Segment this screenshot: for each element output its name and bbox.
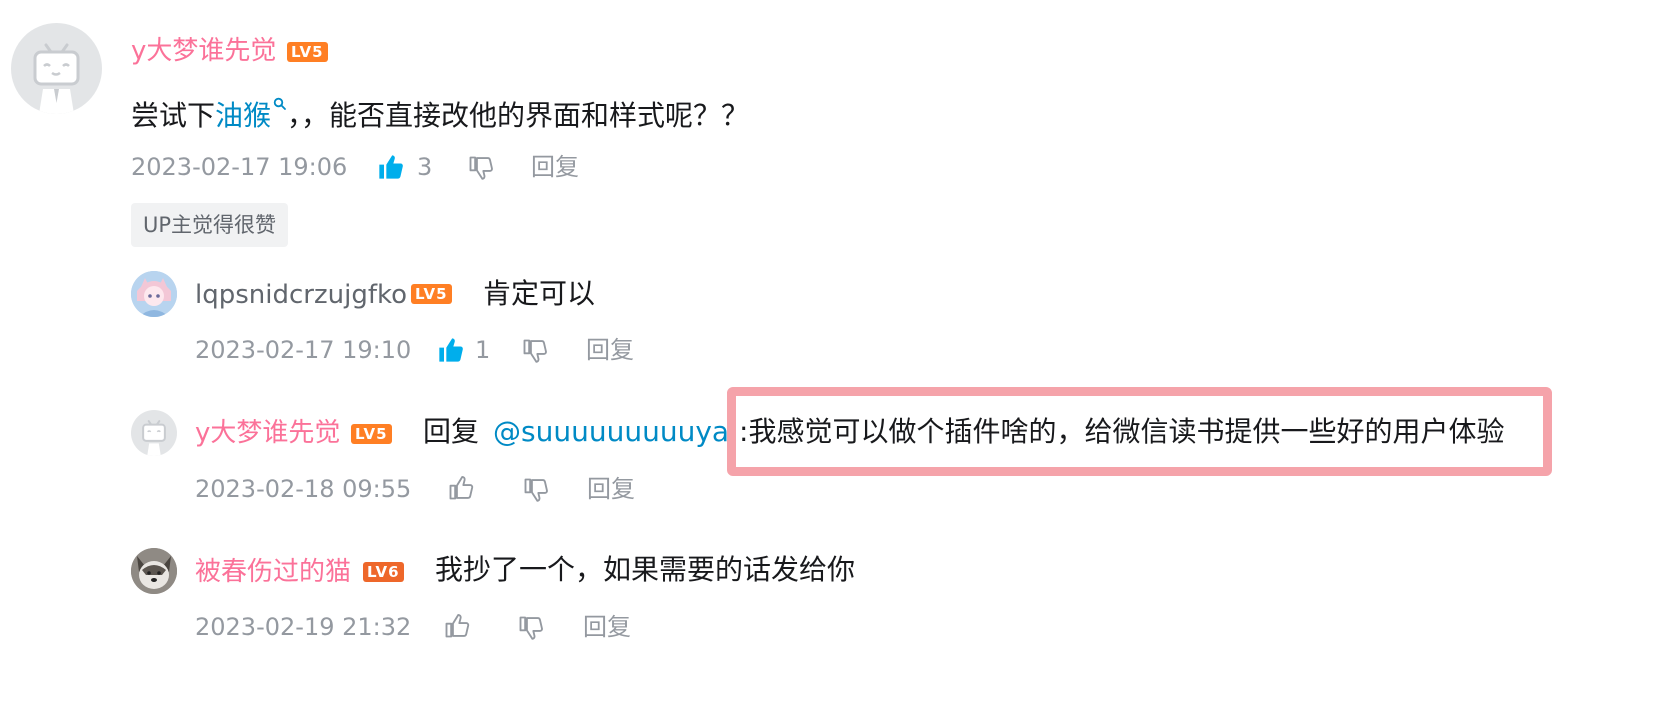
bilibili-tv-avatar-icon [33,43,80,114]
bilibili-tv-avatar-icon [142,420,166,456]
like-button[interactable]: 3 [377,152,432,182]
dog-avatar-icon [131,548,177,594]
like-button[interactable]: 1 [437,335,490,365]
main-comment-username[interactable]: y大梦谁先觉 [131,35,276,67]
like-button[interactable] [443,612,471,644]
thumbs-up-icon [439,338,463,362]
thumbs-up-icon [445,613,470,638]
reply-button[interactable]: 回复 [583,612,631,642]
up-liked-tag: UP主觉得很赞 [131,203,289,247]
reply-avatar[interactable] [131,548,177,594]
main-comment-date: 2023-02-17 19:06 [131,153,348,181]
like-button[interactable] [447,474,475,506]
reply-date: 2023-02-17 19:10 [195,336,412,364]
dislike-button[interactable] [522,476,550,508]
level-badge: LV5 [287,42,328,62]
thumbs-up-icon [449,475,474,500]
dislike-button[interactable] [521,337,549,369]
reply-username[interactable]: 被春伤过的猫 [195,556,351,588]
dislike-button[interactable] [467,154,495,186]
mention-link[interactable]: @suuuuuuuuuya [493,415,729,448]
reply-button[interactable]: 回复 [531,152,579,182]
reply-date: 2023-02-18 09:55 [195,475,412,503]
reply-button[interactable]: 回复 [587,474,635,504]
reply-username[interactable]: lqpsnidcrzujgfko [195,279,407,311]
anime-avatar-icon [131,271,177,317]
reply-date: 2023-02-19 21:32 [195,613,412,641]
reply-button[interactable]: 回复 [586,335,634,365]
like-count: 3 [417,153,433,181]
reply-avatar[interactable] [131,410,177,456]
thumbs-down-icon [469,156,493,180]
reply-username[interactable]: y大梦谁先觉 [195,417,340,449]
thumbs-up-icon [379,155,403,179]
dislike-button[interactable] [517,614,545,646]
reply-prefix: 回复 [423,415,480,448]
main-avatar[interactable] [11,23,102,114]
thumbs-down-icon [523,339,547,363]
reply-text: 我抄了一个，如果需要的话发给你 [435,553,856,586]
thumbs-down-icon [519,616,543,640]
highlight-box [727,387,1552,476]
search-link[interactable]: 油猴 [215,97,287,132]
reply-text: 肯定可以 [483,277,596,310]
level-badge: LV5 [411,284,452,304]
level-badge: LV5 [351,424,392,444]
thumbs-down-icon [524,478,548,502]
level-badge: LV6 [363,562,404,582]
username-text[interactable]: y大梦谁先觉 [131,36,276,66]
like-count: 1 [475,336,491,364]
search-icon [273,97,286,110]
reply-avatar[interactable] [131,271,177,317]
main-comment-text: 尝试下油猴 ，，能否直接改他的界面和样式呢？？ [131,97,750,132]
